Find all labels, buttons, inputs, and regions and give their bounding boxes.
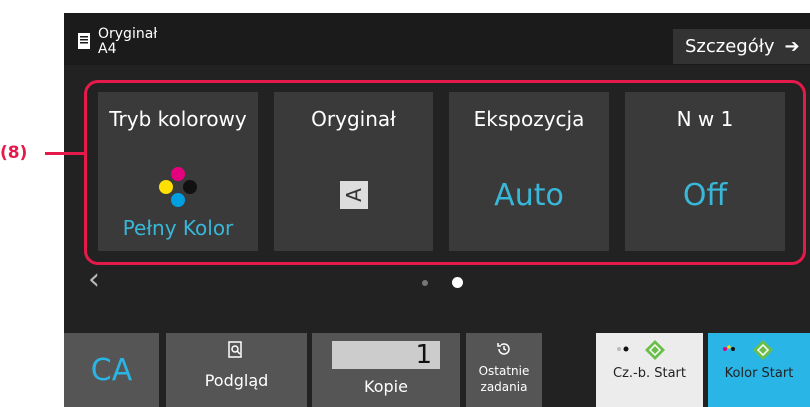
document-icon (78, 33, 90, 49)
callout-line (45, 152, 86, 155)
color-dots-small-icon (723, 345, 735, 351)
arrow-right-icon: ➔ (784, 36, 800, 57)
preview-icon (228, 341, 242, 358)
details-label: Szczegóły (685, 36, 775, 57)
copies-input[interactable]: 1 (332, 341, 440, 369)
top-bar: Oryginał A4 Szczegóły ➔ (64, 13, 810, 65)
preview-label: Podgląd (204, 371, 269, 390)
copies-button[interactable]: 1 Kopie (312, 333, 460, 407)
start-icon (753, 340, 773, 360)
chevron-left-icon[interactable]: ‹ (88, 265, 100, 295)
copy-screen: Oryginał A4 Szczegóły ➔ Tryb kolorowy Pe… (64, 13, 810, 407)
page-dot-1[interactable] (422, 280, 428, 286)
page-dot-2[interactable] (452, 277, 463, 288)
preview-button[interactable]: Podgląd (166, 333, 307, 407)
copies-label: Kopie (364, 377, 408, 396)
bw-start-label: Cz.-b. Start (613, 366, 686, 381)
bw-dots-icon (617, 346, 629, 352)
recent-jobs-button[interactable]: Ostatnie zadania (466, 333, 542, 407)
bw-start-button[interactable]: Cz.-b. Start (596, 333, 703, 407)
details-button[interactable]: Szczegóły ➔ (673, 29, 810, 64)
original-size: A4 (98, 41, 117, 57)
color-start-button[interactable]: Kolor Start (708, 333, 810, 407)
ca-label: CA (90, 352, 133, 388)
original-label: Oryginał (98, 26, 158, 42)
color-start-label: Kolor Start (724, 366, 794, 381)
recent-jobs-label: Ostatnie zadania (478, 364, 530, 394)
ca-button[interactable]: CA (64, 333, 159, 407)
highlight-frame (84, 80, 806, 265)
callout-label: (8) (0, 143, 28, 163)
history-icon (497, 343, 510, 355)
page-indicator (422, 277, 463, 288)
start-icon (645, 340, 665, 360)
